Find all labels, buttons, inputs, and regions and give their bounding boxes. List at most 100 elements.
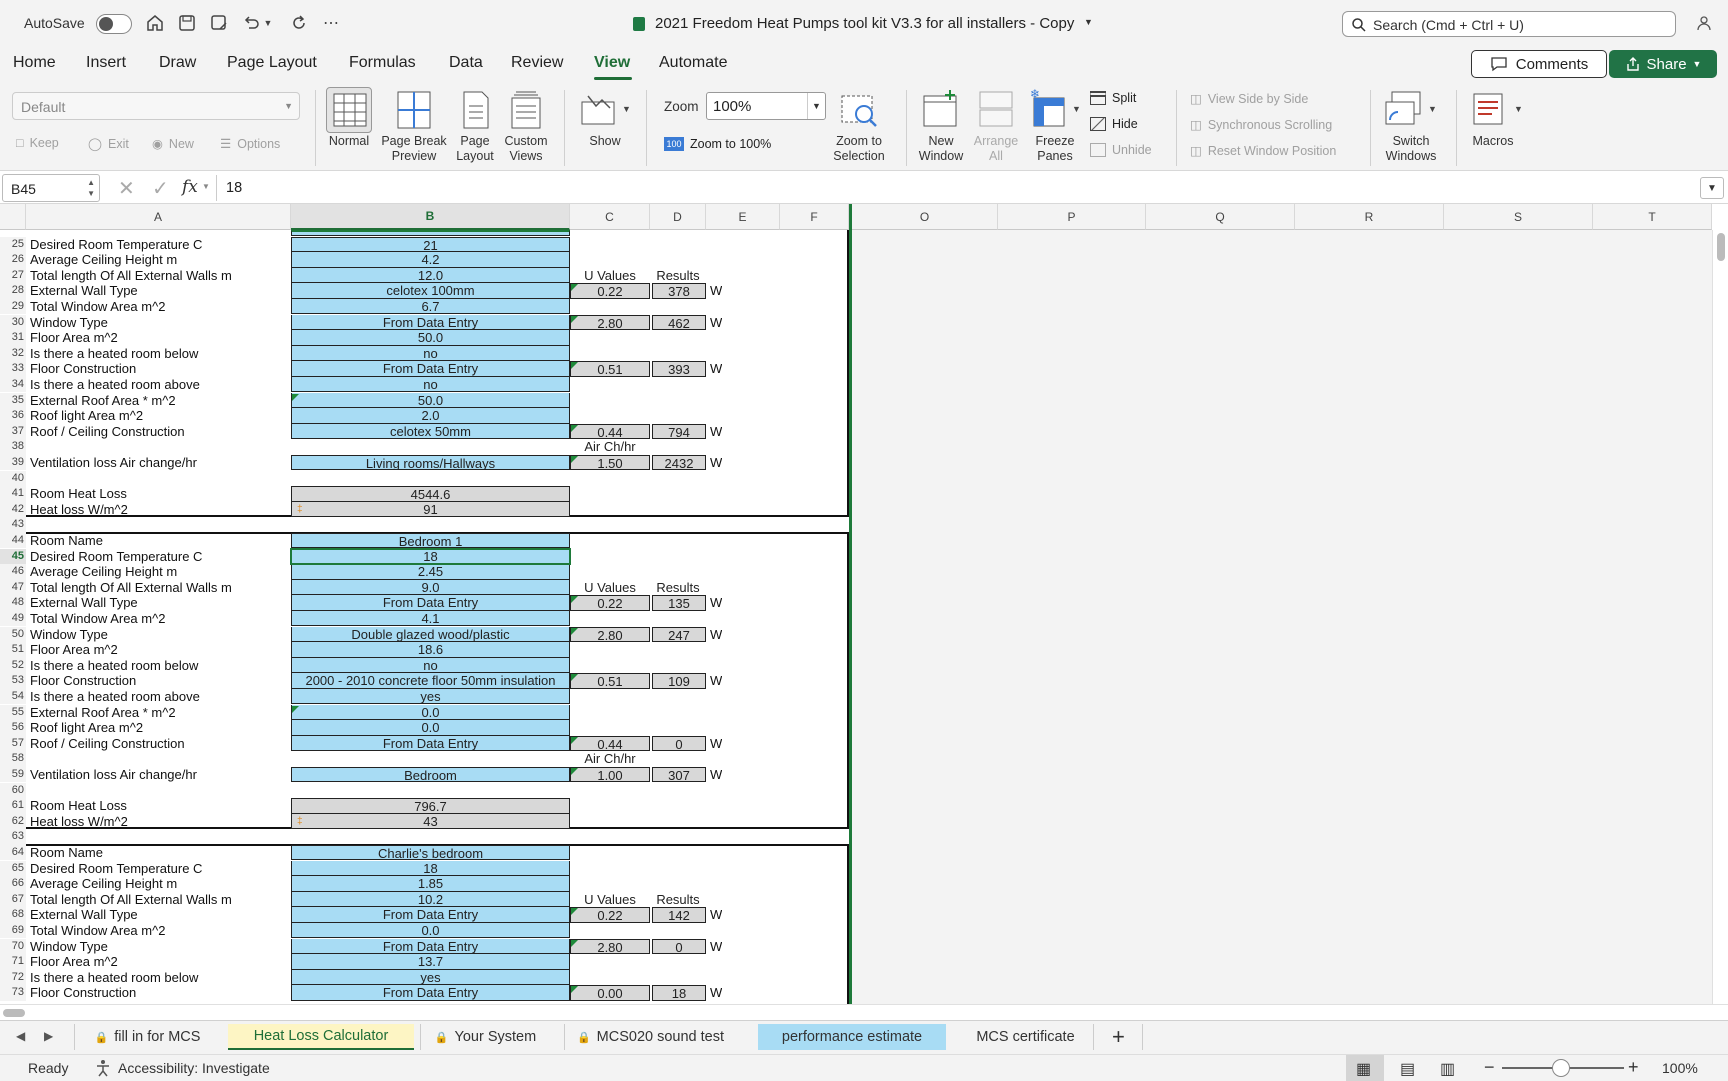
- share-button[interactable]: Share ▼: [1609, 50, 1717, 78]
- input-cell[interactable]: celotex 100mm: [291, 283, 570, 299]
- input-cell[interactable]: From Data Entry: [291, 985, 570, 1001]
- cell-label[interactable]: External Roof Area * m^2: [30, 705, 288, 721]
- cell-label[interactable]: Total length Of All External Walls m: [30, 268, 288, 284]
- row-header[interactable]: 60: [0, 782, 26, 799]
- horizontal-scroll-thumb[interactable]: [3, 1009, 25, 1017]
- cell-label[interactable]: Total length Of All External Walls m: [30, 580, 288, 596]
- unit-cell[interactable]: W: [710, 424, 722, 440]
- exit-button[interactable]: ◯ Exit: [88, 136, 129, 152]
- sheet-tab-your-system[interactable]: 🔒 Your System: [420, 1024, 550, 1050]
- row-header[interactable]: 27: [0, 267, 26, 284]
- new-window-icon[interactable]: [922, 90, 960, 128]
- input-cell[interactable]: 12.0: [291, 267, 570, 284]
- row-header[interactable]: 55: [0, 704, 26, 721]
- input-cell[interactable]: From Data Entry: [291, 938, 570, 955]
- column-header[interactable]: A: [26, 204, 291, 230]
- unit-cell[interactable]: W: [710, 315, 722, 331]
- autosave-toggle[interactable]: [96, 14, 132, 34]
- input-cell[interactable]: 796.7: [291, 798, 570, 814]
- result-cell[interactable]: 393: [652, 361, 706, 377]
- cell-label[interactable]: External Roof Area * m^2: [30, 393, 288, 409]
- name-box[interactable]: B45 ▲ ▼: [2, 174, 100, 202]
- cell-label[interactable]: [30, 829, 288, 845]
- cell-label[interactable]: Room Heat Loss: [30, 486, 288, 502]
- input-cell[interactable]: 43: [291, 813, 570, 830]
- custom-views-icon[interactable]: [508, 90, 544, 130]
- cell-label[interactable]: Is there a heated room below: [30, 970, 288, 986]
- u-value-cell[interactable]: 0.51: [570, 673, 650, 689]
- cell-label[interactable]: [30, 751, 288, 767]
- u-value-cell[interactable]: 0.44: [570, 735, 650, 751]
- scroll-tabs-left-icon[interactable]: ◀: [16, 1029, 25, 1043]
- column-header[interactable]: C: [570, 204, 650, 230]
- reset-window-position-button[interactable]: ◫ Reset Window Position: [1190, 143, 1336, 159]
- row-header[interactable]: 52: [0, 657, 26, 674]
- cell-label[interactable]: Desired Room Temperature C: [30, 237, 288, 253]
- chevron-down-icon[interactable]: ▼: [202, 182, 210, 191]
- split-button[interactable]: Split: [1090, 91, 1136, 105]
- cell-label[interactable]: Is there a heated room below: [30, 346, 288, 362]
- u-value-cell[interactable]: 0.44: [570, 423, 650, 439]
- input-cell[interactable]: 2000 - 2010 concrete floor 50mm insulati…: [291, 673, 570, 689]
- input-cell[interactable]: 0.0: [291, 922, 570, 939]
- input-cell[interactable]: From Data Entry: [291, 361, 570, 377]
- u-value-cell[interactable]: 0.22: [570, 907, 650, 923]
- cell-label[interactable]: Window Type: [30, 627, 288, 643]
- enter-icon[interactable]: ✓: [152, 176, 169, 201]
- row-header[interactable]: 31: [0, 330, 26, 346]
- cell-label[interactable]: Room Name: [30, 533, 288, 549]
- row-header[interactable]: 46: [0, 564, 26, 580]
- cell-label[interactable]: [30, 517, 288, 533]
- error-indicator-icon[interactable]: ‡: [297, 816, 303, 827]
- column-header[interactable]: D: [650, 204, 706, 230]
- hide-button[interactable]: Hide: [1090, 117, 1138, 131]
- unhide-button[interactable]: Unhide: [1090, 143, 1152, 157]
- u-value-cell[interactable]: 2.80: [570, 314, 650, 330]
- row-header[interactable]: 54: [0, 688, 26, 705]
- page-layout-icon[interactable]: [462, 90, 490, 130]
- zoom-out-icon[interactable]: −: [1484, 1057, 1495, 1078]
- formula-input[interactable]: 18: [226, 180, 242, 196]
- result-cell[interactable]: 135: [652, 595, 706, 611]
- result-cell[interactable]: 307: [652, 766, 706, 783]
- row-header[interactable]: 35: [0, 392, 26, 409]
- input-cell[interactable]: 4544.6: [291, 486, 570, 502]
- row-header[interactable]: 57: [0, 735, 26, 752]
- cancel-icon[interactable]: ✕: [118, 176, 135, 201]
- add-sheet-icon[interactable]: +: [1112, 1024, 1125, 1050]
- cell-label[interactable]: Heat loss W/m^2: [30, 814, 288, 830]
- row-header[interactable]: 61: [0, 798, 26, 814]
- input-cell[interactable]: 2.0: [291, 408, 570, 424]
- result-cell[interactable]: 142: [652, 907, 706, 923]
- result-cell[interactable]: 247: [652, 626, 706, 642]
- cell-label[interactable]: External Wall Type: [30, 907, 288, 923]
- input-cell[interactable]: Bedroom: [291, 766, 570, 783]
- unit-cell[interactable]: W: [710, 595, 722, 611]
- row-header[interactable]: 47: [0, 579, 26, 596]
- tab-home[interactable]: Home: [13, 54, 56, 72]
- cell-label[interactable]: Total Window Area m^2: [30, 923, 288, 939]
- sheet-view-select[interactable]: Default ▼: [12, 92, 300, 120]
- row-header[interactable]: 30: [0, 314, 26, 331]
- input-cell[interactable]: no: [291, 376, 570, 393]
- chevron-down-icon[interactable]: ▼: [1514, 104, 1523, 114]
- tab-formulas[interactable]: Formulas: [349, 54, 416, 72]
- row-header[interactable]: 38: [0, 439, 26, 455]
- row-header[interactable]: 63: [0, 829, 26, 845]
- row-header[interactable]: 51: [0, 642, 26, 658]
- input-cell[interactable]: From Data Entry: [291, 735, 570, 752]
- cell-label[interactable]: External Wall Type: [30, 595, 288, 611]
- status-zoom-level[interactable]: 100%: [1662, 1060, 1698, 1076]
- unit-cell[interactable]: W: [710, 455, 722, 471]
- expand-formula-button[interactable]: ▼: [1700, 177, 1724, 199]
- cell-label[interactable]: Ventilation loss Air change/hr: [30, 767, 288, 783]
- cell-label[interactable]: Average Ceiling Height m: [30, 876, 288, 892]
- page-layout-view-icon[interactable]: ▤: [1400, 1059, 1415, 1079]
- input-cell[interactable]: 18.6: [291, 642, 570, 658]
- row-header[interactable]: 48: [0, 595, 26, 611]
- cell-label[interactable]: Floor Construction: [30, 361, 288, 377]
- column-header[interactable]: R: [1295, 204, 1444, 230]
- input-cell[interactable]: 10.2: [291, 891, 570, 908]
- macros-icon[interactable]: [1472, 90, 1510, 128]
- home-icon[interactable]: [144, 12, 166, 34]
